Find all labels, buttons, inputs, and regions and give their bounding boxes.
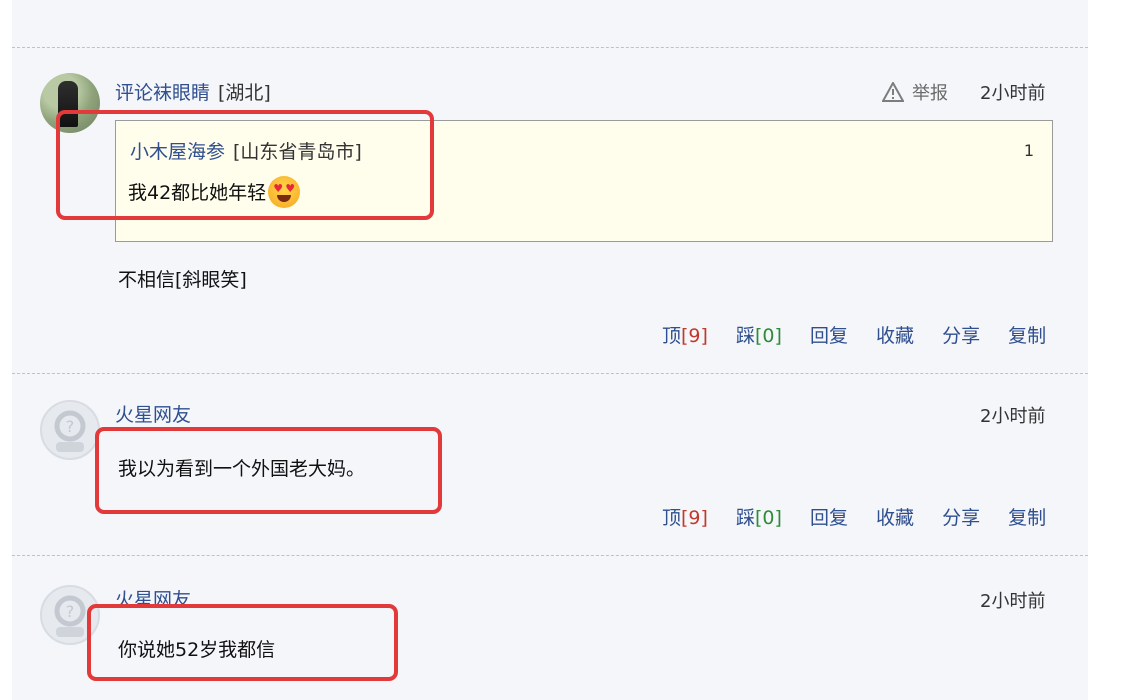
downvote-count: [0] [755, 507, 782, 529]
quoted-text: 我42都比她年轻 ♥ ♥ [128, 176, 301, 208]
comment-1-text: 不相信[斜眼笑] [118, 269, 247, 291]
svg-text:?: ? [66, 602, 75, 621]
upvote-count: [9] [681, 325, 708, 347]
comment-3-text: 你说她52岁我都信 [118, 639, 276, 661]
username-text[interactable]: 评论袜眼睛 [115, 82, 210, 104]
divider-1 [12, 373, 1088, 374]
quoted-username[interactable]: 小木屋海参 [山东省青岛市] [130, 137, 362, 164]
default-avatar-glyph: ? [54, 410, 86, 452]
downvote-label[interactable]: 踩 [736, 503, 755, 530]
downvote-count: [0] [755, 325, 782, 347]
downvote-button[interactable]: 踩[0] [736, 503, 782, 530]
heart-eyes-emoji-icon: ♥ ♥ [268, 176, 301, 208]
copy-button[interactable]: 复制 [1008, 321, 1046, 348]
comment-3-time: 2小时前 [980, 591, 1046, 612]
comment-3-username[interactable]: 火星网友 [115, 585, 191, 612]
favorite-button[interactable]: 收藏 [876, 321, 914, 348]
comment-2-actions: 顶[9] 踩[0] 回复 收藏 分享 复制 [662, 503, 1046, 530]
user-avatar[interactable] [40, 73, 100, 133]
quoted-username-text[interactable]: 小木屋海参 [130, 141, 225, 163]
report-button[interactable]: 举报 [881, 79, 948, 105]
quoted-floor-number: 1 [1023, 141, 1034, 160]
upvote-button[interactable]: 顶[9] [662, 503, 708, 530]
quoted-comment: 小木屋海参 [山东省青岛市] 1 我42都比她年轻 ♥ ♥ [115, 120, 1053, 242]
region-text: [湖北] [218, 82, 271, 104]
quoted-region-text: [山东省青岛市] [233, 141, 362, 163]
downvote-button[interactable]: 踩[0] [736, 321, 782, 348]
share-button[interactable]: 分享 [942, 503, 980, 530]
upvote-button[interactable]: 顶[9] [662, 321, 708, 348]
quoted-text-content: 我42都比她年轻 [128, 182, 267, 204]
share-button[interactable]: 分享 [942, 321, 980, 348]
reply-button[interactable]: 回复 [810, 503, 848, 530]
downvote-label[interactable]: 踩 [736, 321, 755, 348]
comment-2-text: 我以为看到一个外国老大妈。 [118, 458, 366, 480]
warning-triangle-icon [881, 80, 905, 102]
copy-button[interactable]: 复制 [1008, 503, 1046, 530]
default-avatar-icon[interactable]: ? [40, 585, 100, 645]
divider-top [12, 47, 1088, 48]
divider-2 [12, 555, 1088, 556]
favorite-button[interactable]: 收藏 [876, 503, 914, 530]
comment-2-time: 2小时前 [980, 406, 1046, 427]
default-avatar-glyph: ? [54, 595, 86, 637]
upvote-label[interactable]: 顶 [662, 321, 681, 348]
comment-1-time: 2小时前 [980, 83, 1046, 104]
svg-text:?: ? [66, 417, 75, 436]
report-label[interactable]: 举报 [912, 83, 948, 104]
upvote-count: [9] [681, 507, 708, 529]
comment-1-actions: 顶[9] 踩[0] 回复 收藏 分享 复制 [662, 321, 1046, 348]
comment-1-username[interactable]: 评论袜眼睛 [湖北] [115, 78, 271, 105]
upvote-label[interactable]: 顶 [662, 503, 681, 530]
reply-button[interactable]: 回复 [810, 321, 848, 348]
comment-2-username[interactable]: 火星网友 [115, 400, 191, 427]
default-avatar-icon[interactable]: ? [40, 400, 100, 460]
